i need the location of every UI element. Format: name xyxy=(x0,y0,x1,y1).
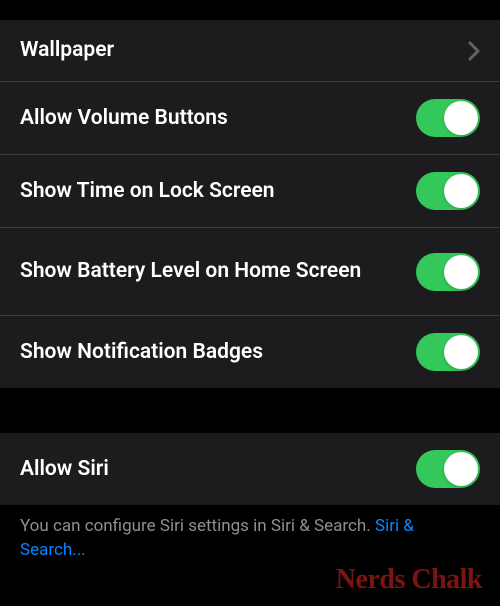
notification-badges-label: Show Notification Badges xyxy=(20,339,416,366)
allow-volume-buttons-row: Allow Volume Buttons xyxy=(0,82,500,155)
settings-section-2: Allow Siri xyxy=(0,433,500,505)
battery-level-row: Show Battery Level on Home Screen xyxy=(0,228,500,316)
battery-level-label: Show Battery Level on Home Screen xyxy=(20,258,416,285)
notification-badges-toggle[interactable] xyxy=(416,333,480,371)
watermark: Nerds Chalk xyxy=(336,564,482,596)
notification-badges-row: Show Notification Badges xyxy=(0,316,500,388)
allow-siri-row: Allow Siri xyxy=(0,433,500,505)
battery-level-toggle[interactable] xyxy=(416,253,480,291)
siri-footer-prefix: You can configure Siri settings in Siri … xyxy=(20,516,375,536)
show-time-row: Show Time on Lock Screen xyxy=(0,155,500,228)
allow-volume-buttons-label: Allow Volume Buttons xyxy=(20,105,416,132)
allow-siri-label: Allow Siri xyxy=(20,456,416,483)
allow-siri-toggle[interactable] xyxy=(416,450,480,488)
wallpaper-label: Wallpaper xyxy=(20,37,468,64)
show-time-label: Show Time on Lock Screen xyxy=(20,178,416,205)
siri-footer-text: You can configure Siri settings in Siri … xyxy=(0,505,500,563)
wallpaper-row[interactable]: Wallpaper xyxy=(0,20,500,82)
show-time-toggle[interactable] xyxy=(416,172,480,210)
allow-volume-buttons-toggle[interactable] xyxy=(416,99,480,137)
chevron-right-icon xyxy=(468,41,480,61)
settings-section-1: Wallpaper Allow Volume Buttons Show Time… xyxy=(0,20,500,388)
